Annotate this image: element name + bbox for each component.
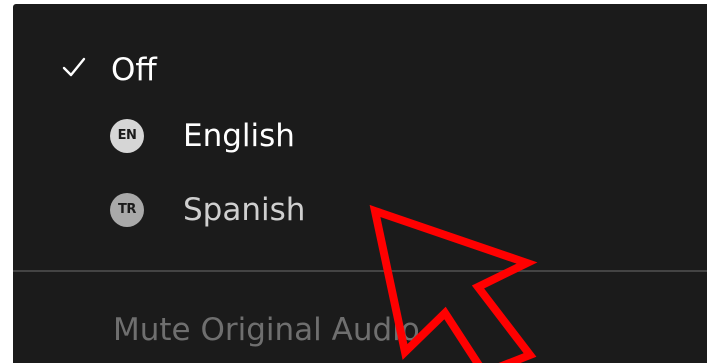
menu-item-spanish[interactable]: TR Spanish: [13, 180, 707, 240]
menu-item-english[interactable]: EN English: [13, 106, 707, 166]
menu-item-label: Off: [111, 52, 157, 88]
screen: Off EN English TR Spanish Mute Original …: [0, 0, 707, 363]
language-badge-icon: EN: [110, 119, 144, 153]
language-badge-icon: TR: [110, 193, 144, 227]
mute-original-audio-item: Mute Original Audio: [113, 312, 420, 348]
interpretation-menu: Off EN English TR Spanish Mute Original …: [13, 4, 707, 363]
menu-item-off[interactable]: Off: [13, 40, 707, 100]
menu-divider: [13, 270, 707, 272]
menu-item-label: Spanish: [183, 192, 306, 228]
menu-item-label: English: [183, 118, 295, 154]
checkmark-icon: [62, 57, 86, 77]
